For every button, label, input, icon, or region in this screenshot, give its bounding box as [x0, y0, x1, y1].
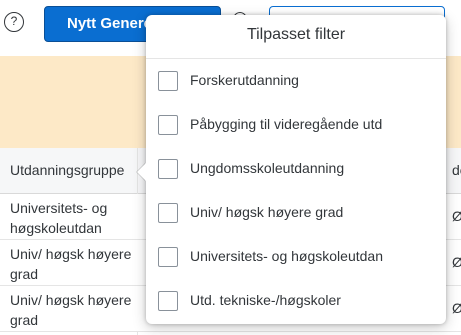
filter-option-label: Ungdomsskoleutdanning — [190, 160, 345, 176]
table-cell: Universitets- og høgskoleutdan — [10, 200, 108, 236]
checkbox[interactable] — [158, 159, 178, 179]
popover-title: Tilpasset filter — [146, 15, 446, 59]
popover-arrow — [137, 163, 146, 181]
column-header-right[interactable]: del — [452, 162, 461, 178]
filter-option-label: Utd. tekniske-/høgskoler — [190, 292, 341, 308]
filter-option-label: Forskerutdanning — [190, 72, 299, 88]
table-cell-right: ØID — [452, 300, 461, 316]
checkbox[interactable] — [158, 115, 178, 135]
column-header-utdanningsgruppe[interactable]: Utdanningsgruppe — [10, 162, 124, 178]
filter-option-pabygging[interactable]: Påbygging til videregående utd — [146, 103, 446, 147]
custom-filter-popover: Tilpasset filter Forskerutdanning Påbygg… — [137, 15, 446, 324]
filter-option-label: Univ/ høgsk høyere grad — [190, 204, 344, 220]
filter-option-label: Universitets- og høgskoleutdan — [190, 248, 383, 264]
checkbox[interactable] — [158, 247, 178, 267]
filter-option-label: Påbygging til videregående utd — [190, 116, 383, 132]
checkbox[interactable] — [158, 291, 178, 311]
checkbox[interactable] — [158, 71, 178, 91]
table-cell: Univ/ høgsk høyere grad — [10, 246, 132, 282]
filter-option-univ-hoyere-grad[interactable]: Univ/ høgsk høyere grad — [146, 191, 446, 235]
table-cell-right: ØID — [452, 208, 461, 224]
filter-option-ungdomsskole[interactable]: Ungdomsskoleutdanning — [146, 147, 446, 191]
help-icon[interactable]: ? — [4, 12, 24, 32]
filter-option-forskerutdanning[interactable]: Forskerutdanning — [146, 59, 446, 103]
filter-option-tekniske-hogskoler[interactable]: Utd. tekniske-/høgskoler — [146, 279, 446, 323]
checkbox[interactable] — [158, 203, 178, 223]
filter-option-universitets-hogskole[interactable]: Universitets- og høgskoleutdan — [146, 235, 446, 279]
table-cell-right: ØID — [452, 254, 461, 270]
table-cell: Univ/ høgsk høyere grad — [10, 292, 132, 328]
